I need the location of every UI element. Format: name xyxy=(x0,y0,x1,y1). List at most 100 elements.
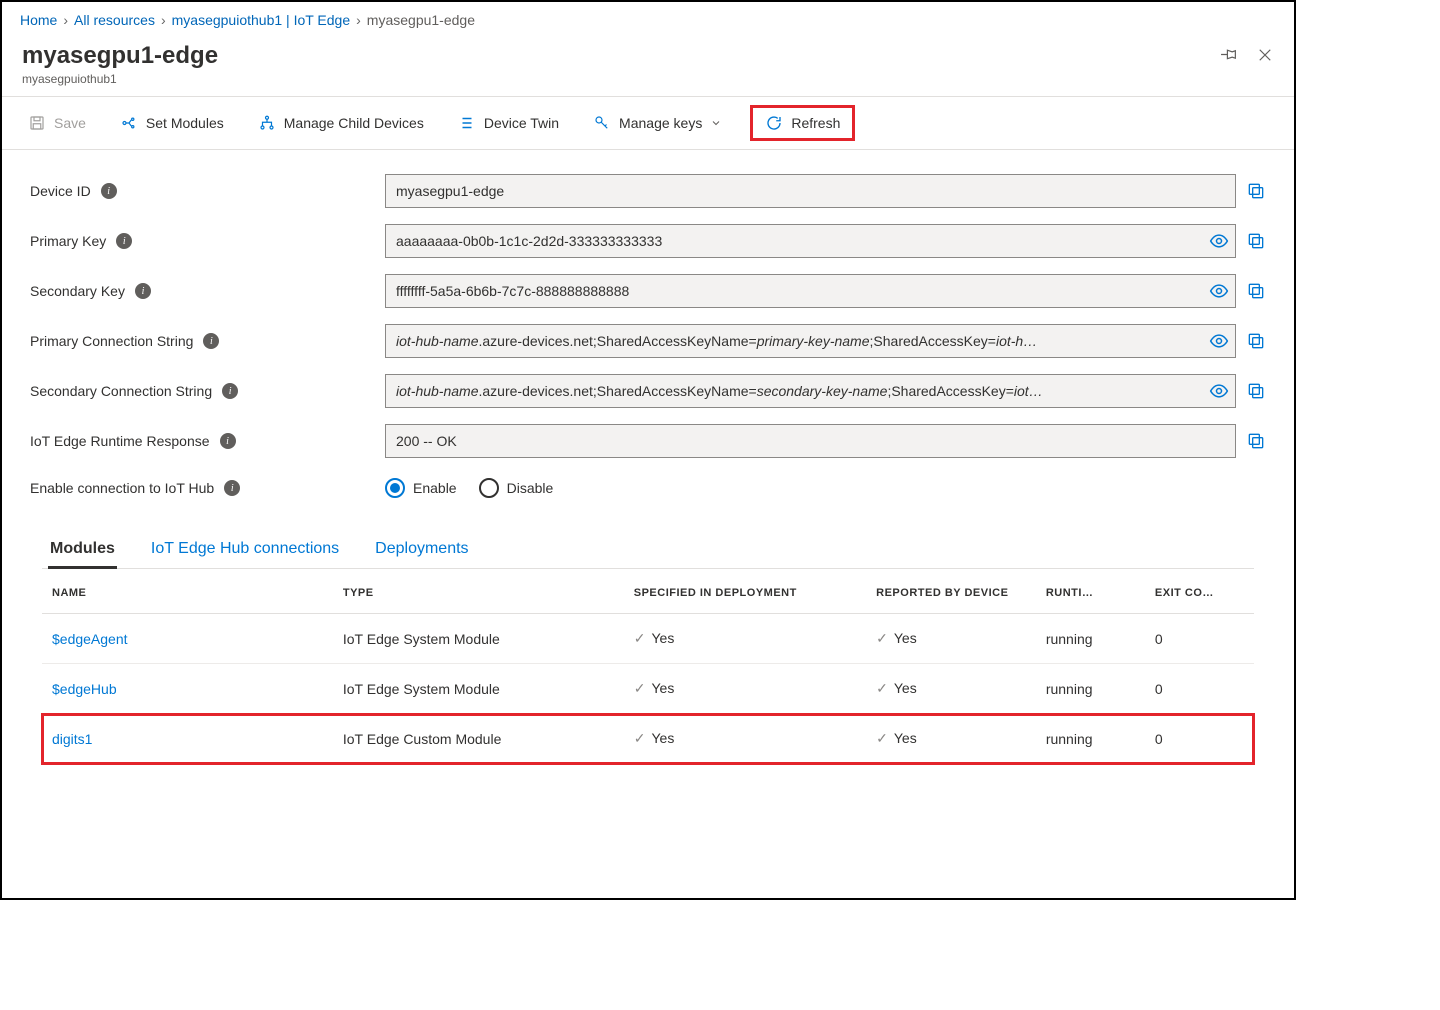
info-icon[interactable]: i xyxy=(224,480,240,496)
info-icon[interactable]: i xyxy=(135,283,151,299)
module-spec: ✓Yes xyxy=(624,664,866,714)
modules-icon xyxy=(120,114,138,132)
primary-conn-value: iot-hub-name.azure-devices.net;SharedAcc… xyxy=(396,333,1037,349)
module-run: running xyxy=(1036,614,1145,664)
module-exit: 0 xyxy=(1145,614,1254,664)
tab-connections[interactable]: IoT Edge Hub connections xyxy=(149,532,341,568)
page-header: myasegpu1-edge myasegpuiothub1 xyxy=(2,38,1294,96)
save-button: Save xyxy=(22,110,92,136)
module-exit: 0 xyxy=(1145,714,1254,764)
info-icon[interactable]: i xyxy=(222,383,238,399)
module-type: IoT Edge System Module xyxy=(333,664,624,714)
set-modules-label: Set Modules xyxy=(146,115,224,131)
chevron-right-icon: › xyxy=(356,12,361,28)
module-name-link[interactable]: $edgeAgent xyxy=(42,614,333,664)
close-icon[interactable] xyxy=(1256,46,1274,64)
module-run: running xyxy=(1036,714,1145,764)
module-spec: ✓Yes xyxy=(624,614,866,664)
breadcrumb-allresources[interactable]: All resources xyxy=(74,12,155,28)
secondary-key-field[interactable]: ffffffff-5a5a-6b6b-7c7c-888888888888 xyxy=(385,274,1236,308)
module-rep: ✓Yes xyxy=(866,614,1036,664)
breadcrumb-home[interactable]: Home xyxy=(20,12,57,28)
set-modules-button[interactable]: Set Modules xyxy=(114,110,230,136)
check-icon: ✓ xyxy=(876,630,888,646)
breadcrumb-iothub[interactable]: myasegpuiothub1 | IoT Edge xyxy=(172,12,351,28)
page-title: myasegpu1-edge xyxy=(22,42,218,70)
disable-radio-label: Disable xyxy=(507,480,554,496)
eye-icon[interactable] xyxy=(1209,381,1229,401)
col-spec[interactable]: SPECIFIED IN DEPLOYMENT xyxy=(624,569,866,614)
modules-table: NAME TYPE SPECIFIED IN DEPLOYMENT REPORT… xyxy=(42,569,1254,764)
device-id-label: Device ID xyxy=(30,183,91,199)
refresh-label: Refresh xyxy=(791,115,840,131)
breadcrumb: Home › All resources › myasegpuiothub1 |… xyxy=(2,2,1294,38)
manage-child-label: Manage Child Devices xyxy=(284,115,424,131)
refresh-icon xyxy=(765,114,783,132)
toolbar: Save Set Modules Manage Child Devices De… xyxy=(2,96,1294,150)
info-icon[interactable]: i xyxy=(220,433,236,449)
chevron-down-icon xyxy=(710,117,722,129)
primary-conn-label: Primary Connection String xyxy=(30,333,193,349)
secondary-conn-label: Secondary Connection String xyxy=(30,383,212,399)
module-run: running xyxy=(1036,664,1145,714)
module-name-link[interactable]: $edgeHub xyxy=(42,664,333,714)
primary-key-field[interactable]: aaaaaaaa-0b0b-1c1c-2d2d-333333333333 xyxy=(385,224,1236,258)
check-icon: ✓ xyxy=(876,730,888,746)
runtime-response-label: IoT Edge Runtime Response xyxy=(30,433,210,449)
device-twin-button[interactable]: Device Twin xyxy=(452,110,565,136)
enable-conn-label: Enable connection to IoT Hub xyxy=(30,480,214,496)
module-exit: 0 xyxy=(1145,664,1254,714)
info-icon[interactable]: i xyxy=(101,183,117,199)
copy-icon[interactable] xyxy=(1246,331,1266,351)
check-icon: ✓ xyxy=(634,730,646,746)
col-rep[interactable]: REPORTED BY DEVICE xyxy=(866,569,1036,614)
info-icon[interactable]: i xyxy=(203,333,219,349)
table-row[interactable]: $edgeHub IoT Edge System Module ✓Yes ✓Ye… xyxy=(42,664,1254,714)
enable-radio[interactable]: Enable xyxy=(385,478,457,498)
pin-icon[interactable] xyxy=(1220,46,1238,64)
primary-conn-field[interactable]: iot-hub-name.azure-devices.net;SharedAcc… xyxy=(385,324,1236,358)
copy-icon[interactable] xyxy=(1246,231,1266,251)
eye-icon[interactable] xyxy=(1209,331,1229,351)
copy-icon[interactable] xyxy=(1246,381,1266,401)
col-exit[interactable]: EXIT CO… xyxy=(1145,569,1254,614)
secondary-conn-field[interactable]: iot-hub-name.azure-devices.net;SharedAcc… xyxy=(385,374,1236,408)
primary-key-value: aaaaaaaa-0b0b-1c1c-2d2d-333333333333 xyxy=(396,233,662,249)
eye-icon[interactable] xyxy=(1209,231,1229,251)
col-type[interactable]: TYPE xyxy=(333,569,624,614)
refresh-button[interactable]: Refresh xyxy=(759,110,846,136)
chevron-right-icon: › xyxy=(63,12,68,28)
module-spec: ✓Yes xyxy=(624,714,866,764)
device-id-value: myasegpu1-edge xyxy=(396,183,504,199)
manage-keys-button[interactable]: Manage keys xyxy=(587,110,728,136)
tab-deployments[interactable]: Deployments xyxy=(373,532,470,568)
tab-modules[interactable]: Modules xyxy=(48,532,117,569)
copy-icon[interactable] xyxy=(1246,281,1266,301)
device-form: Device ID i myasegpu1-edge Primary Key i a… xyxy=(2,150,1294,774)
chevron-right-icon: › xyxy=(161,12,166,28)
copy-icon[interactable] xyxy=(1246,431,1266,451)
copy-icon[interactable] xyxy=(1246,181,1266,201)
col-run[interactable]: RUNTI… xyxy=(1036,569,1145,614)
module-name-link[interactable]: digits1 xyxy=(42,714,333,764)
runtime-response-value: 200 -- OK xyxy=(396,433,457,449)
save-label: Save xyxy=(54,115,86,131)
table-row[interactable]: $edgeAgent IoT Edge System Module ✓Yes ✓… xyxy=(42,614,1254,664)
enable-radio-label: Enable xyxy=(413,480,457,496)
check-icon: ✓ xyxy=(634,680,646,696)
table-row[interactable]: digits1 IoT Edge Custom Module ✓Yes ✓Yes… xyxy=(42,714,1254,764)
runtime-response-field[interactable]: 200 -- OK xyxy=(385,424,1236,458)
secondary-key-value: ffffffff-5a5a-6b6b-7c7c-888888888888 xyxy=(396,283,629,299)
module-rep: ✓Yes xyxy=(866,714,1036,764)
eye-icon[interactable] xyxy=(1209,281,1229,301)
device-id-field[interactable]: myasegpu1-edge xyxy=(385,174,1236,208)
disable-radio[interactable]: Disable xyxy=(479,478,554,498)
manage-child-button[interactable]: Manage Child Devices xyxy=(252,110,430,136)
primary-key-label: Primary Key xyxy=(30,233,106,249)
secondary-key-label: Secondary Key xyxy=(30,283,125,299)
col-name[interactable]: NAME xyxy=(42,569,333,614)
check-icon: ✓ xyxy=(634,630,646,646)
key-icon xyxy=(593,114,611,132)
module-rep: ✓Yes xyxy=(866,664,1036,714)
info-icon[interactable]: i xyxy=(116,233,132,249)
